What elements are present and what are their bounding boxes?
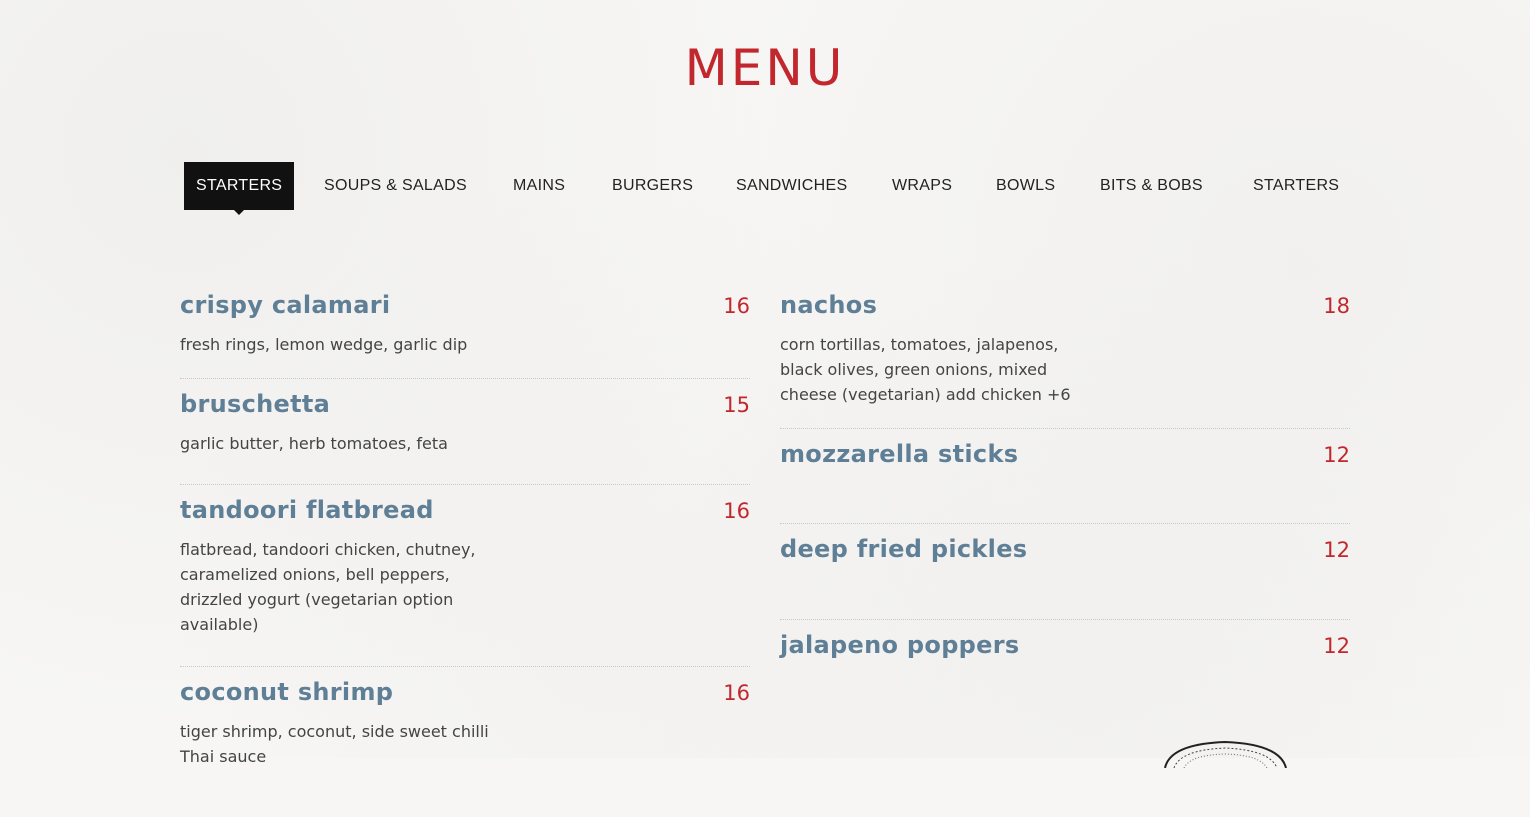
item-name: mozzarella sticks [780, 440, 1019, 468]
item-price: 15 [723, 393, 750, 417]
tab-starters[interactable]: STARTERS [184, 162, 295, 215]
menu-column-left: crispy calamari 16 fresh rings, lemon we… [180, 280, 750, 817]
item-name: crispy calamari [180, 291, 391, 319]
item-description: garlic butter, herb tomatoes, feta [180, 434, 448, 453]
item-price: 16 [723, 294, 750, 318]
item-name: tandoori flatbread [180, 496, 434, 524]
item-price: 12 [1323, 538, 1350, 562]
tab-soups-salads[interactable]: SOUPS & SALADS [312, 162, 479, 210]
tab-sandwiches[interactable]: SANDWICHES [724, 162, 859, 210]
menu-item-mozzarella-sticks[interactable]: mozzarella sticks 12 [780, 429, 1350, 524]
item-name: deep fried pickles [780, 535, 1028, 563]
item-name: coconut shrimp [180, 678, 394, 706]
menu-item-tandoori-flatbread[interactable]: tandoori flatbread 16 flatbread, tandoor… [180, 485, 750, 667]
menu-item-nachos[interactable]: nachos 18 corn tortillas, tomatoes, jala… [780, 280, 1350, 429]
tab-bowls[interactable]: BOWLS [984, 162, 1067, 210]
item-price: 12 [1323, 443, 1350, 467]
item-description: tiger shrimp, coconut, side sweet chilli… [180, 722, 489, 766]
page-title: MENU [684, 39, 846, 97]
item-price: 16 [723, 681, 750, 705]
menu-item-jalapeno-poppers[interactable]: jalapeno poppers 12 [780, 620, 1350, 715]
item-name: jalapeno poppers [780, 631, 1020, 659]
item-price: 18 [1323, 294, 1350, 318]
menu-item-crispy-calamari[interactable]: crispy calamari 16 fresh rings, lemon we… [180, 280, 750, 379]
item-description: flatbread, tandoori chicken, chutney, ca… [180, 540, 476, 634]
menu-item-deep-fried-pickles[interactable]: deep fried pickles 12 [780, 524, 1350, 620]
category-tabs: STARTERS SOUPS & SALADS MAINS BURGERS SA… [184, 162, 1354, 215]
menu-item-bruschetta[interactable]: bruschetta 15 garlic butter, herb tomato… [180, 379, 750, 485]
menu-column-right: nachos 18 corn tortillas, tomatoes, jala… [780, 280, 1350, 715]
menu-item-coconut-shrimp[interactable]: coconut shrimp 16 tiger shrimp, coconut,… [180, 667, 750, 817]
tab-mains[interactable]: MAINS [501, 162, 577, 210]
tab-wraps[interactable]: WRAPS [880, 162, 964, 210]
tab-burgers[interactable]: BURGERS [600, 162, 705, 210]
item-price: 16 [723, 499, 750, 523]
tab-bits-bobs[interactable]: BITS & BOBS [1088, 162, 1215, 210]
item-description: fresh rings, lemon wedge, garlic dip [180, 335, 468, 354]
tab-starters-2[interactable]: STARTERS [1241, 162, 1351, 210]
item-name: bruschetta [180, 390, 331, 418]
item-name: nachos [780, 291, 878, 319]
item-description: corn tortillas, tomatoes, jalapenos, bla… [780, 335, 1071, 404]
item-price: 12 [1323, 634, 1350, 658]
food-illustration [1164, 740, 1287, 768]
